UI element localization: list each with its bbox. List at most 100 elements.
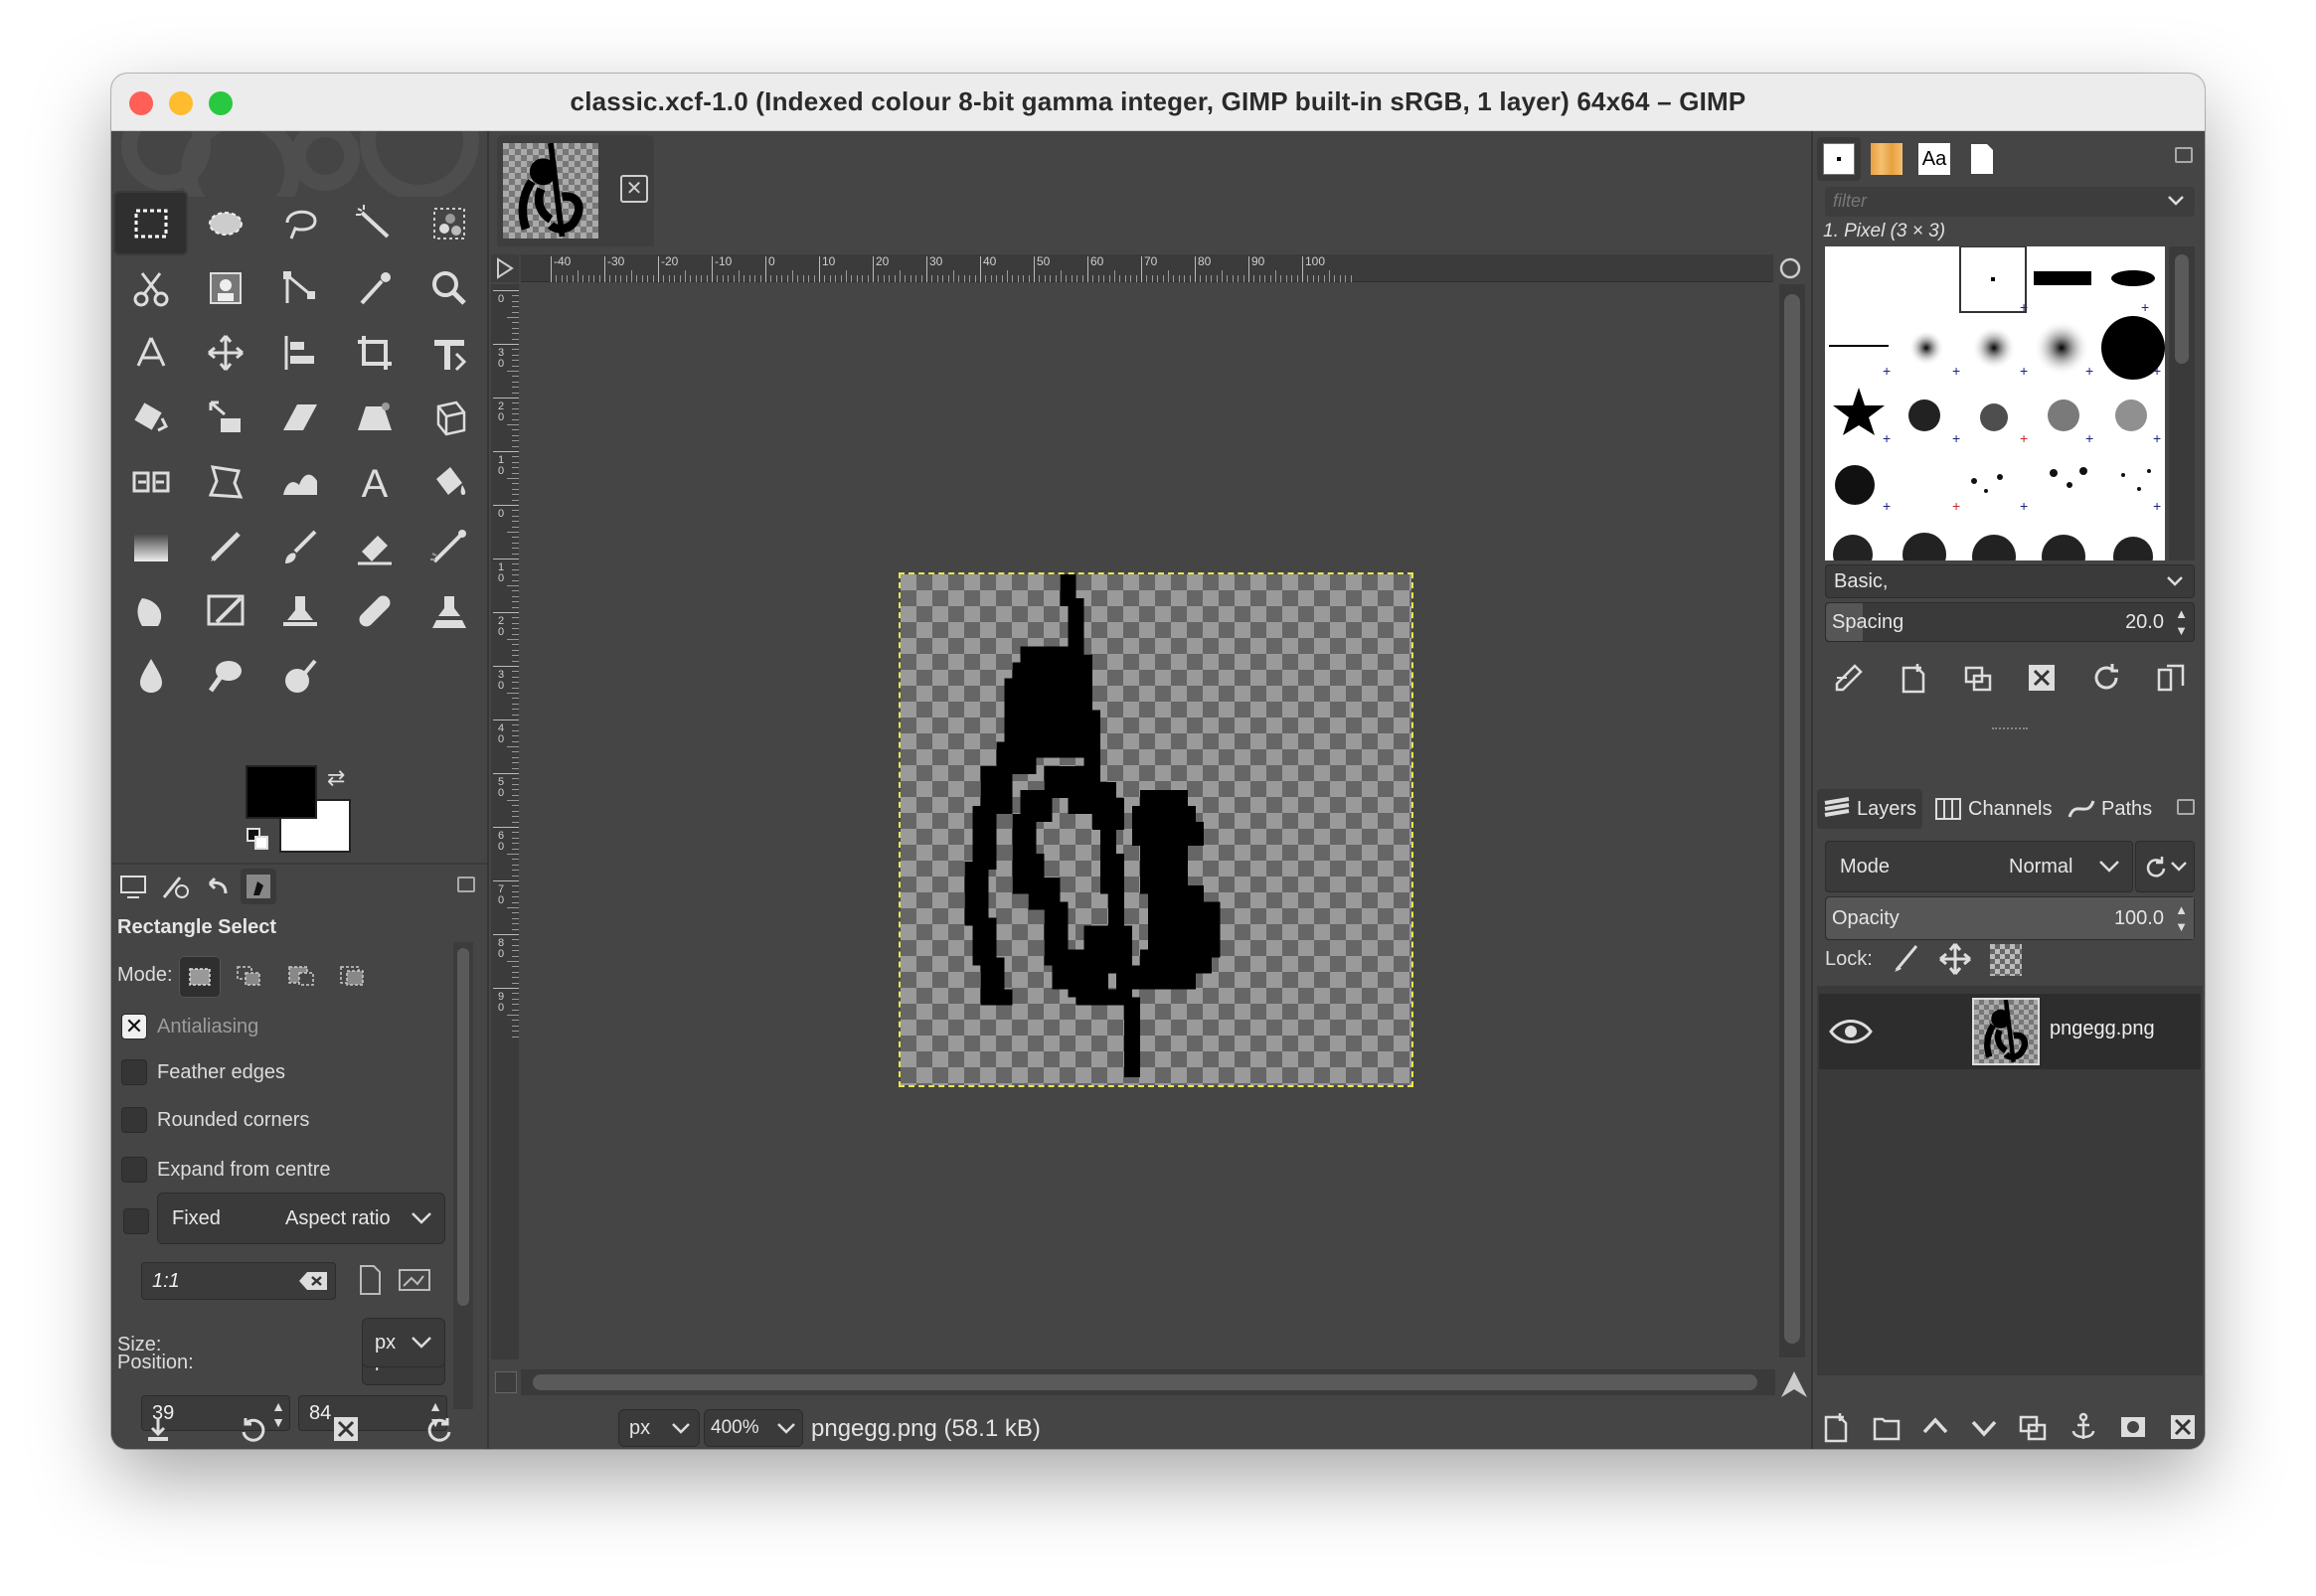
close-image-icon[interactable]: ✕ bbox=[620, 175, 648, 203]
delete-layer-icon[interactable] bbox=[2168, 1412, 2198, 1442]
new-layer-group-icon[interactable] bbox=[1871, 1411, 1902, 1443]
fonts-tab-icon[interactable]: Aa bbox=[1912, 137, 1956, 181]
document-history-tab-icon[interactable] bbox=[1960, 137, 2004, 181]
raise-layer-icon[interactable] bbox=[1920, 1412, 1950, 1442]
measure-icon[interactable] bbox=[113, 320, 188, 385]
bucket-fill-icon[interactable] bbox=[412, 449, 486, 514]
ellipse-select-icon[interactable] bbox=[188, 191, 262, 255]
warp-transform-icon[interactable] bbox=[262, 449, 337, 514]
configure-tab-icon[interactable] bbox=[457, 877, 475, 892]
feather-edges-checkbox[interactable] bbox=[121, 1059, 147, 1085]
horizontal-scrollbar[interactable] bbox=[521, 1369, 1775, 1395]
perspective-clone-icon[interactable] bbox=[412, 578, 486, 643]
zoom-window-button[interactable] bbox=[209, 91, 233, 115]
zoom-icon[interactable] bbox=[412, 255, 486, 320]
blur-icon[interactable] bbox=[113, 643, 188, 708]
brush-tag-combo[interactable]: Basic, bbox=[1825, 564, 2195, 598]
image-tab[interactable]: ✕ bbox=[497, 135, 654, 246]
refresh-brushes-icon[interactable] bbox=[2090, 662, 2122, 694]
foreground-color[interactable] bbox=[246, 765, 317, 819]
new-brush-icon[interactable] bbox=[1898, 662, 1929, 694]
spacing-slider[interactable]: Spacing 20.0 ▲ ▼ bbox=[1825, 602, 2195, 642]
minimize-window-button[interactable] bbox=[169, 91, 193, 115]
heal-icon[interactable] bbox=[337, 578, 412, 643]
portrait-icon[interactable] bbox=[356, 1264, 384, 1296]
fixed-combo[interactable]: Fixed Aspect ratio bbox=[157, 1193, 445, 1244]
layer-mode-combo[interactable]: Mode Normal bbox=[1825, 841, 2133, 892]
mode-replace-icon[interactable] bbox=[179, 956, 221, 998]
align-icon[interactable] bbox=[262, 320, 337, 385]
open-brush-as-image-icon[interactable] bbox=[2155, 662, 2187, 694]
vertical-scrollbar[interactable] bbox=[1779, 284, 1805, 1357]
delete-brush-icon[interactable] bbox=[2026, 662, 2058, 694]
airbrush-icon[interactable] bbox=[412, 514, 486, 578]
lock-position-icon[interactable] bbox=[1938, 942, 1972, 976]
edit-brush-icon[interactable] bbox=[1833, 662, 1865, 694]
mypaint-brush-icon[interactable] bbox=[188, 578, 262, 643]
layer-row[interactable]: pngegg.png bbox=[1819, 994, 2201, 1069]
mode-subtract-icon[interactable] bbox=[280, 956, 322, 998]
clone-icon[interactable] bbox=[262, 578, 337, 643]
eraser-icon[interactable] bbox=[337, 514, 412, 578]
aspect-ratio-input[interactable]: 1:1 bbox=[141, 1262, 336, 1300]
navigate-icon[interactable] bbox=[495, 1371, 517, 1393]
tool-options-scrollbar[interactable] bbox=[453, 942, 473, 1409]
perspective-icon[interactable] bbox=[337, 385, 412, 449]
mode-intersect-icon[interactable] bbox=[332, 956, 374, 998]
brush-filter-input[interactable]: filter bbox=[1825, 187, 2195, 217]
scale-icon[interactable] bbox=[188, 385, 262, 449]
mode-add-icon[interactable] bbox=[229, 956, 270, 998]
color-select-icon[interactable] bbox=[412, 191, 486, 255]
antialiasing-checkbox[interactable]: ✕ bbox=[121, 1014, 147, 1039]
delete-options-icon[interactable] bbox=[331, 1414, 361, 1444]
patterns-tab-icon[interactable] bbox=[1865, 137, 1908, 181]
fuzzy-select-icon[interactable] bbox=[337, 191, 412, 255]
foreground-select-icon[interactable] bbox=[188, 255, 262, 320]
opacity-slider[interactable]: Opacity 100.0 ▲ ▼ bbox=[1825, 896, 2195, 940]
expand-from-centre-checkbox[interactable] bbox=[121, 1157, 147, 1183]
dodge-burn-icon[interactable] bbox=[262, 643, 337, 708]
scissors-icon[interactable] bbox=[113, 255, 188, 320]
landscape-icon[interactable] bbox=[398, 1266, 431, 1294]
rotate-icon[interactable] bbox=[113, 385, 188, 449]
tool-options-tab-icon[interactable] bbox=[115, 869, 151, 904]
quick-mask-toggle[interactable] bbox=[491, 254, 519, 282]
duplicate-layer-icon[interactable] bbox=[2017, 1411, 2049, 1443]
composite-mode-combo[interactable] bbox=[2135, 841, 2195, 892]
size-unit-combo[interactable]: px bbox=[362, 1318, 445, 1367]
lower-layer-icon[interactable] bbox=[1969, 1412, 1999, 1442]
ink-icon[interactable] bbox=[113, 578, 188, 643]
paths-icon[interactable] bbox=[262, 255, 337, 320]
lock-pixels-icon[interactable] bbox=[1891, 942, 1922, 974]
save-options-icon[interactable] bbox=[143, 1414, 173, 1444]
lock-alpha-icon[interactable] bbox=[1990, 944, 2022, 976]
cage-transform-icon[interactable] bbox=[188, 449, 262, 514]
configure-tab-icon[interactable] bbox=[2175, 147, 2193, 163]
unified-transform-icon[interactable] bbox=[412, 320, 486, 385]
zoom-to-fit-icon[interactable] bbox=[1775, 254, 1805, 282]
spin-arrows-icon[interactable]: ▲ ▼ bbox=[2175, 901, 2188, 935]
canvas-view[interactable] bbox=[521, 284, 1769, 1359]
tab-channels[interactable]: Channels bbox=[1928, 789, 2059, 829]
paintbrush-icon[interactable] bbox=[262, 514, 337, 578]
brush-scrollbar[interactable] bbox=[2169, 246, 2195, 560]
zoom-combo[interactable]: 400% bbox=[704, 1409, 803, 1447]
vertical-ruler[interactable]: 0 3 0 2 0 1 0 0 1 0 2 0 3 0 4 0 5 0 6 0 7 0 8 0 9 0 bbox=[491, 284, 519, 1359]
reset-colors-icon[interactable] bbox=[246, 827, 269, 851]
dock-separator[interactable] bbox=[1992, 727, 2028, 733]
3d-transform-icon[interactable] bbox=[412, 385, 486, 449]
unit-combo[interactable]: px bbox=[618, 1409, 700, 1447]
reset-options-icon[interactable] bbox=[425, 1414, 455, 1444]
undo-history-tab-icon[interactable] bbox=[199, 869, 235, 904]
rounded-corners-checkbox[interactable] bbox=[121, 1107, 147, 1133]
mask-layer-icon[interactable] bbox=[2117, 1411, 2149, 1443]
device-status-tab-icon[interactable] bbox=[157, 869, 193, 904]
tab-layers[interactable]: Layers bbox=[1817, 789, 1923, 829]
shear-icon[interactable] bbox=[262, 385, 337, 449]
new-layer-icon[interactable] bbox=[1822, 1411, 1852, 1443]
restore-options-icon[interactable] bbox=[238, 1414, 267, 1444]
close-window-button[interactable] bbox=[129, 91, 153, 115]
configure-tab-icon[interactable] bbox=[2177, 799, 2195, 815]
pencil-icon[interactable] bbox=[188, 514, 262, 578]
color-picker-icon[interactable] bbox=[337, 255, 412, 320]
